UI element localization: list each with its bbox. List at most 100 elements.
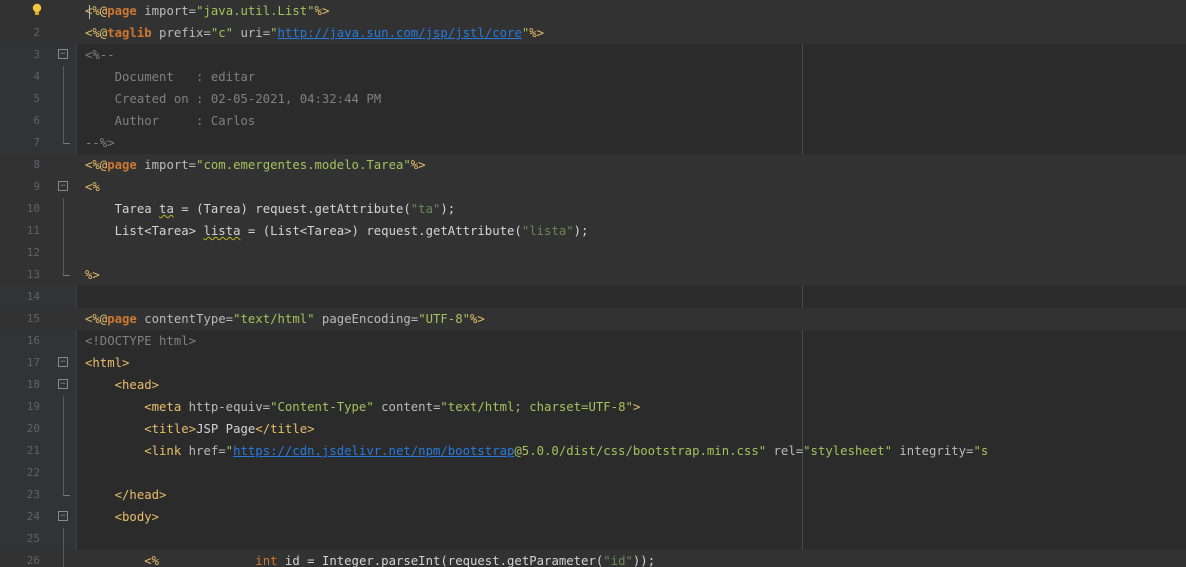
code-token: "s <box>973 444 989 458</box>
fold-collapse-icon[interactable]: − <box>58 357 68 367</box>
code-token: %> <box>314 4 330 18</box>
code-line[interactable]: 14 <box>0 286 1186 308</box>
fold-end-icon[interactable] <box>63 275 70 276</box>
code-text[interactable]: <head> <box>85 374 159 396</box>
code-text[interactable]: %> <box>85 264 100 286</box>
line-number: 9 <box>33 180 40 193</box>
code-text[interactable]: </head> <box>85 484 167 506</box>
code-text[interactable]: <title>JSP Page</title> <box>85 418 314 440</box>
line-number: 4 <box>33 70 40 83</box>
code-token: <meta <box>85 400 182 414</box>
code-text[interactable]: <%@page contentType="text/html" pageEnco… <box>85 308 485 330</box>
code-line[interactable]: 26 <% int id = Integer.parseInt(request.… <box>0 550 1186 567</box>
code-token: <% <box>85 554 160 567</box>
code-line[interactable]: 6 Author : Carlos <box>0 110 1186 132</box>
code-token: List<Tarea> <box>85 224 204 238</box>
code-line[interactable]: 22 <box>0 462 1186 484</box>
code-line[interactable]: <%@page import="java.util.List"%> <box>0 0 1186 22</box>
fold-collapse-icon[interactable]: − <box>58 511 68 521</box>
fold-guide <box>63 528 64 550</box>
code-line[interactable]: 18 − <head> <box>0 374 1186 396</box>
code-line[interactable]: 3 − <%-- <box>0 44 1186 66</box>
code-line[interactable]: 2 <%@taglib prefix="c" uri="http://java.s… <box>0 22 1186 44</box>
code-line[interactable]: 5 Created on : 02-05-2021, 04:32:44 PM <box>0 88 1186 110</box>
code-text[interactable]: <!DOCTYPE html> <box>85 330 196 352</box>
code-token: "com.emergentes.modelo.Tarea" <box>196 158 411 172</box>
code-text[interactable]: <meta http-equiv="Content-Type" content=… <box>85 396 640 418</box>
code-text[interactable]: Author : Carlos <box>85 110 256 132</box>
code-token: <head> <box>85 378 160 392</box>
line-number: 7 <box>33 136 40 149</box>
code-token: Created on : 02-05-2021, 04:32:44 PM <box>85 92 382 106</box>
code-token: --%> <box>85 136 115 150</box>
code-line[interactable]: 8 <%@page import="com.emergentes.modelo.T… <box>0 154 1186 176</box>
code-text[interactable]: Document : editar <box>85 66 256 88</box>
code-token: = (Tarea) request.getAttribute( <box>173 202 411 216</box>
code-token: "Content-Type" <box>270 400 374 414</box>
code-text[interactable]: Tarea ta = (Tarea) request.getAttribute(… <box>85 198 456 220</box>
fold-collapse-icon[interactable]: − <box>58 379 68 389</box>
line-number: 21 <box>26 444 40 457</box>
code-token: " <box>270 26 278 40</box>
code-text[interactable]: Created on : 02-05-2021, 04:32:44 PM <box>85 88 382 110</box>
code-token: <link <box>85 444 182 458</box>
fold-guide <box>63 242 64 264</box>
code-token: content= <box>373 400 441 414</box>
lightbulb-icon[interactable] <box>31 3 43 17</box>
code-line[interactable]: 23 </head> <box>0 484 1186 506</box>
code-editor[interactable]: <%@page import="java.util.List"%> 2 <%@tag… <box>0 0 1186 567</box>
code-text[interactable]: <%-- <box>85 44 115 66</box>
code-line[interactable]: 12 <box>0 242 1186 264</box>
fold-end-icon[interactable] <box>63 495 70 496</box>
code-line[interactable]: 4 Document : editar <box>0 66 1186 88</box>
code-line[interactable]: 13 %> <box>0 264 1186 286</box>
fold-collapse-icon[interactable]: − <box>58 181 68 191</box>
code-text[interactable]: <body> <box>85 506 159 528</box>
code-line[interactable]: 10 Tarea ta = (Tarea) request.getAttribu… <box>0 198 1186 220</box>
code-line[interactable]: 24 − <body> <box>0 506 1186 528</box>
code-token: @5.0.0/dist/css/bootstrap.min.css" <box>514 444 767 458</box>
code-line[interactable]: 17 − <html> <box>0 352 1186 374</box>
code-token: "text/html" <box>233 312 315 326</box>
code-text[interactable]: --%> <box>85 132 115 154</box>
line-number: 16 <box>26 334 40 347</box>
code-line[interactable]: 16 <!DOCTYPE html> <box>0 330 1186 352</box>
code-token: page <box>107 158 137 172</box>
line-number: 18 <box>26 378 40 391</box>
code-text[interactable]: <%@page import="com.emergentes.modelo.Ta… <box>85 154 426 176</box>
code-token: <%@ <box>85 312 108 326</box>
code-token: <body> <box>85 510 160 524</box>
code-line[interactable]: 20 <title>JSP Page</title> <box>0 418 1186 440</box>
code-token: rel= <box>766 444 804 458</box>
code-line[interactable]: 15 <%@page contentType="text/html" pageEn… <box>0 308 1186 330</box>
code-text[interactable]: <link href="https://cdn.jsdelivr.net/npm… <box>85 440 988 462</box>
code-text[interactable]: <% <box>85 176 100 198</box>
code-line[interactable]: 19 <meta http-equiv="Content-Type" conte… <box>0 396 1186 418</box>
code-line[interactable]: 11 List<Tarea> lista = (List<Tarea>) req… <box>0 220 1186 242</box>
fold-collapse-icon[interactable]: − <box>58 49 68 59</box>
code-token: page <box>107 312 137 326</box>
code-line[interactable]: 21 <link href="https://cdn.jsdelivr.net/… <box>0 440 1186 462</box>
code-text[interactable]: <%@taglib prefix="c" uri="http://java.su… <box>85 22 544 44</box>
code-text[interactable]: <html> <box>85 352 129 374</box>
code-token: %> <box>529 26 545 40</box>
code-token: href= <box>181 444 226 458</box>
line-number: 15 <box>26 312 40 325</box>
code-line[interactable]: 7 --%> <box>0 132 1186 154</box>
code-token: contentType= <box>136 312 234 326</box>
fold-guide <box>63 66 64 88</box>
code-token: http-equiv= <box>181 400 271 414</box>
code-token: uri= <box>233 26 271 40</box>
code-token: "lista" <box>521 224 574 238</box>
code-text[interactable]: List<Tarea> lista = (List<Tarea>) reques… <box>85 220 589 242</box>
code-text[interactable]: <% int id = Integer.parseInt(request.get… <box>85 550 655 567</box>
code-text[interactable]: <%@page import="java.util.List"%> <box>85 0 329 22</box>
code-token: ); <box>573 224 589 238</box>
code-line[interactable]: 9 − <% <box>0 176 1186 198</box>
code-token: import= <box>136 158 197 172</box>
fold-end-icon[interactable] <box>63 143 70 144</box>
code-token: <%@ <box>85 158 108 172</box>
code-line[interactable]: 25 <box>0 528 1186 550</box>
code-token: > <box>632 400 641 414</box>
